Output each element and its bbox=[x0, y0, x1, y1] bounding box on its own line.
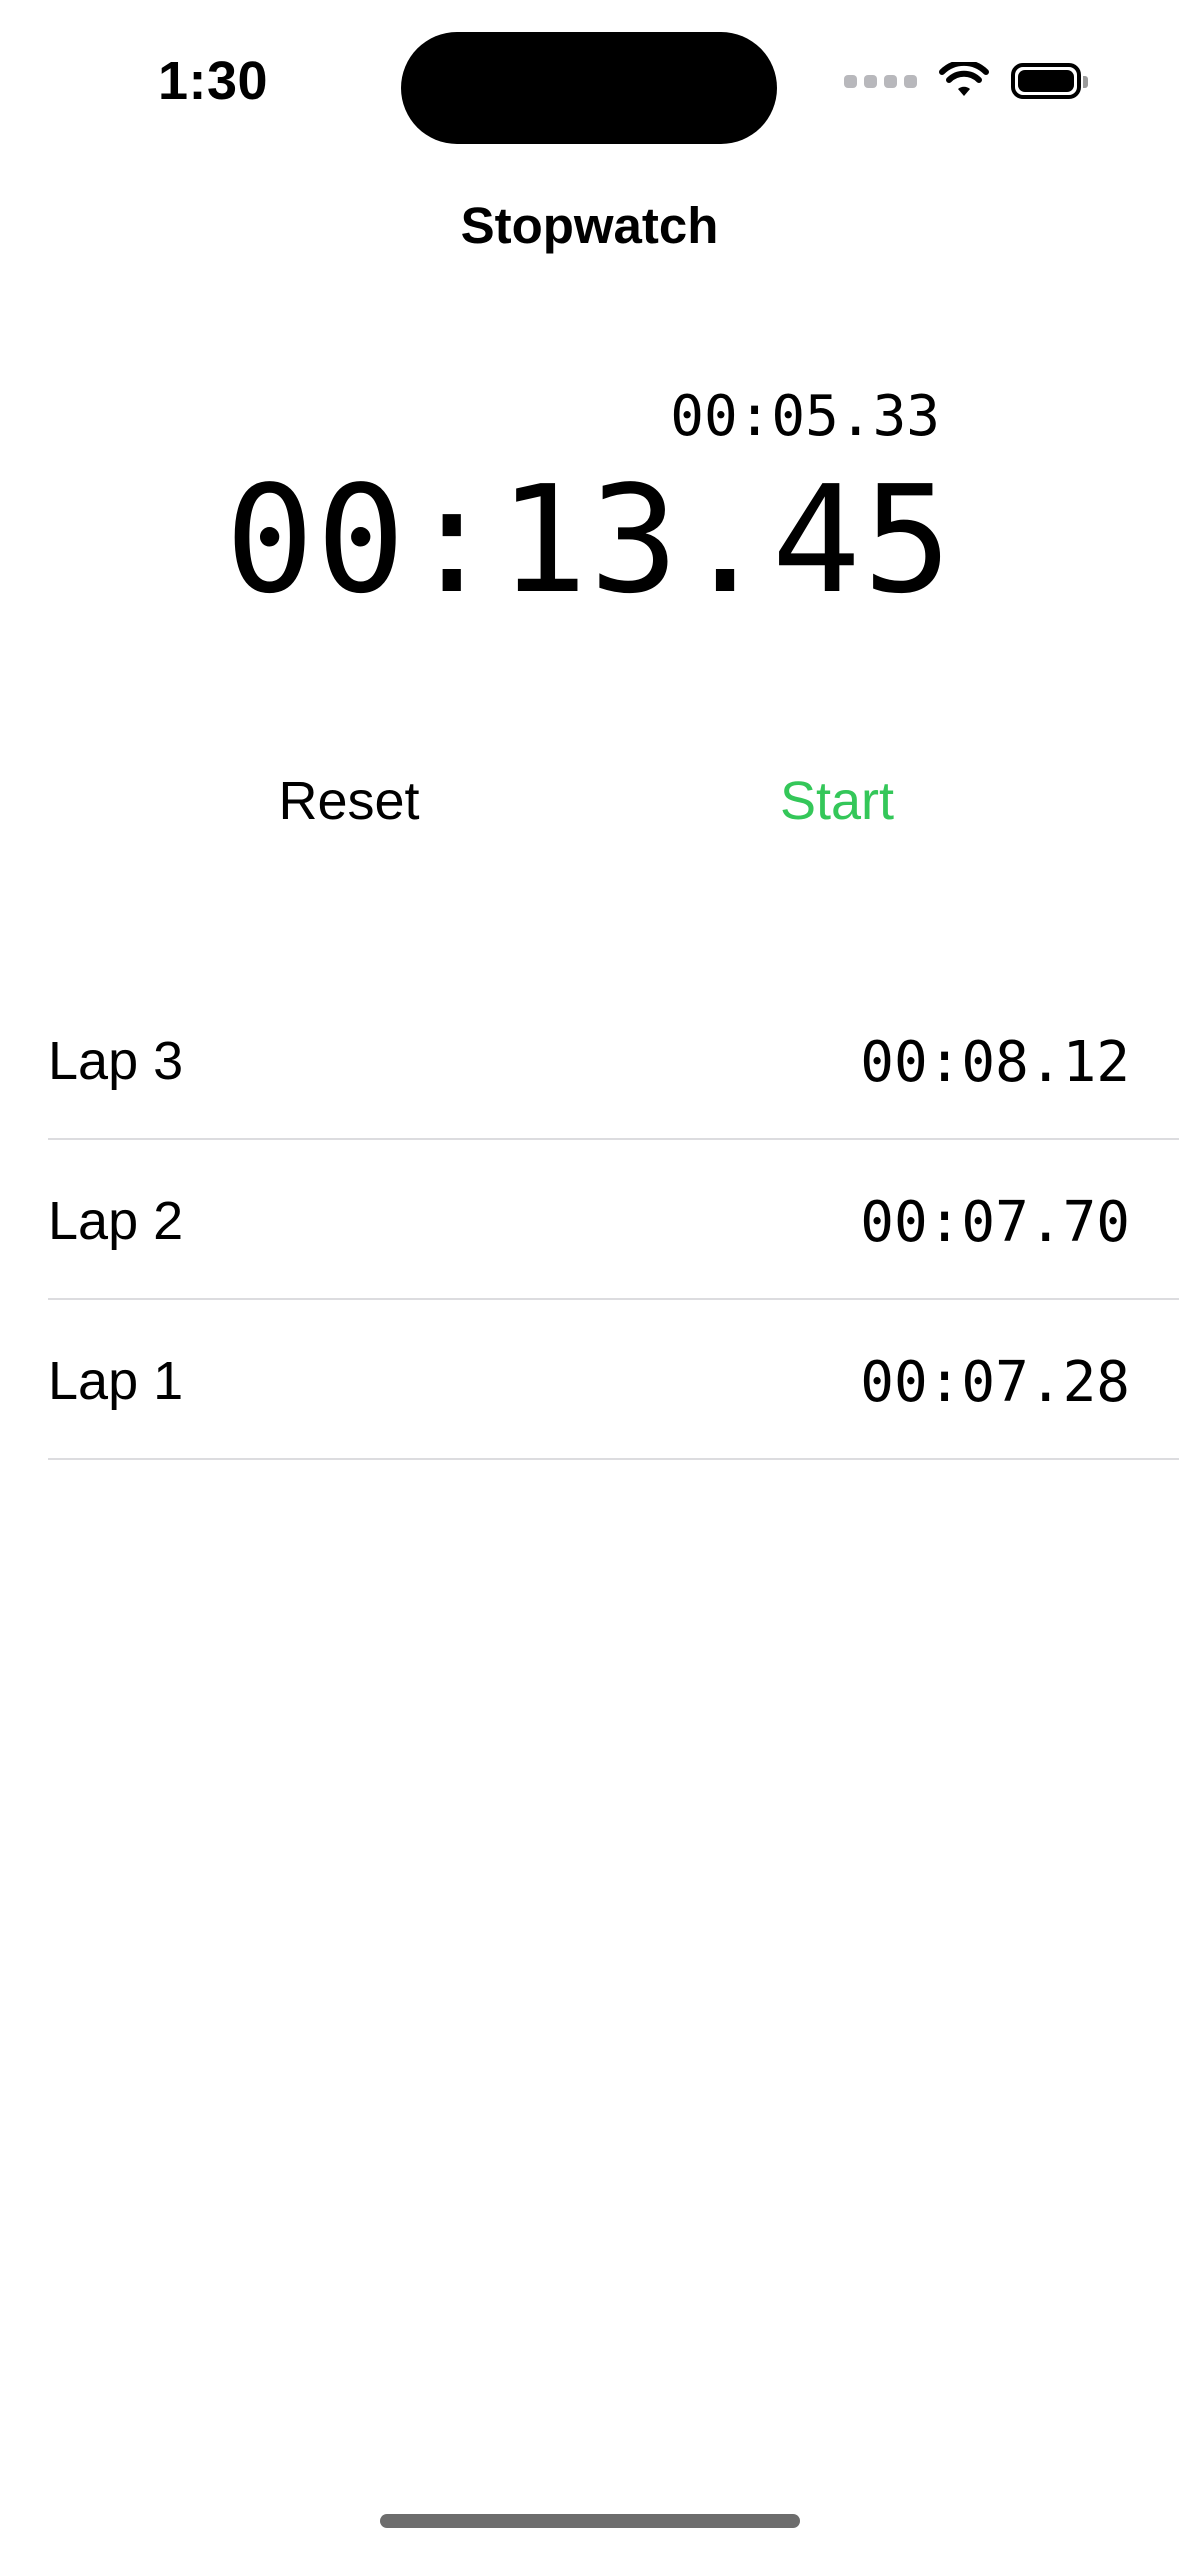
battery-icon bbox=[1011, 63, 1088, 99]
lap-time: 00:07.70 bbox=[860, 1190, 1130, 1255]
lap-label: Lap 2 bbox=[48, 1191, 184, 1251]
status-time: 1:30 bbox=[158, 51, 269, 111]
lap-label: Lap 1 bbox=[48, 1351, 184, 1411]
lap-row: Lap 3 00:08.12 bbox=[48, 980, 1179, 1140]
lap-time: 00:08.12 bbox=[860, 1030, 1130, 1095]
cellular-signal-icon bbox=[844, 74, 917, 88]
lap-row: Lap 1 00:07.28 bbox=[48, 1300, 1179, 1460]
page-title: Stopwatch bbox=[460, 197, 719, 254]
wifi-icon bbox=[939, 62, 989, 96]
lap-time: 00:07.28 bbox=[860, 1350, 1130, 1415]
lap-row: Lap 2 00:07.70 bbox=[48, 1140, 1179, 1300]
status-icons bbox=[844, 62, 1088, 100]
lap-label: Lap 3 bbox=[48, 1031, 184, 1091]
total-elapsed-time: 00:13.45 bbox=[225, 454, 954, 626]
reset-button[interactable]: Reset bbox=[199, 766, 499, 836]
dynamic-island bbox=[401, 32, 777, 144]
status-bar: 1:30 bbox=[0, 0, 1179, 180]
start-button[interactable]: Start bbox=[687, 766, 987, 836]
home-indicator[interactable] bbox=[380, 2514, 800, 2528]
lap-list: Lap 3 00:08.12 Lap 2 00:07.70 Lap 1 00:0… bbox=[48, 980, 1179, 1460]
current-lap-time: 00:05.33 bbox=[670, 384, 940, 449]
